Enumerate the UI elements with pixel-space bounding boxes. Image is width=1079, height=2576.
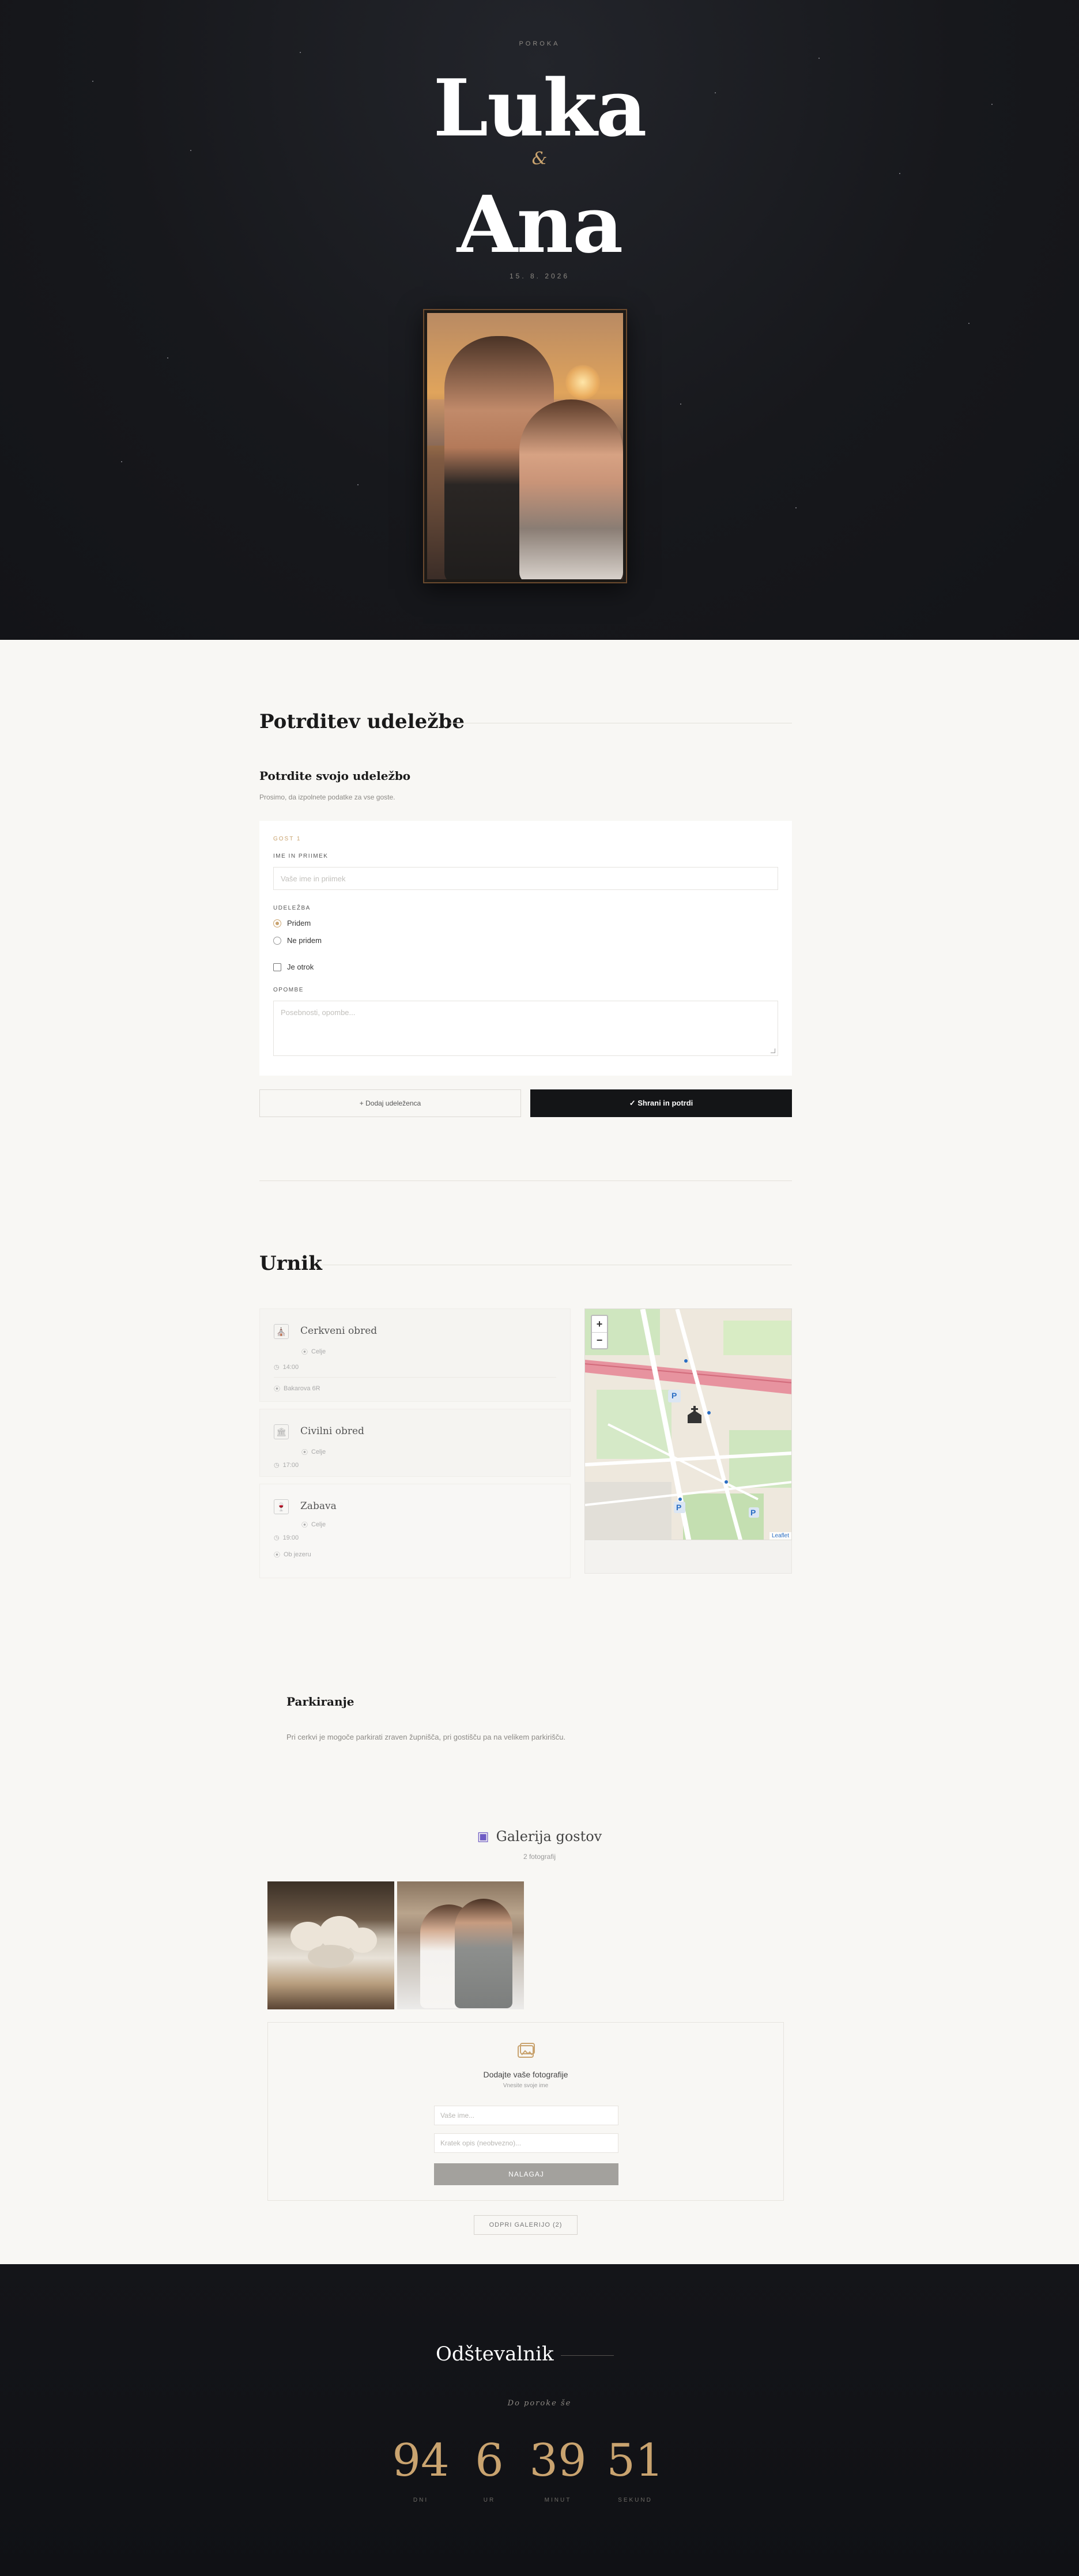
map-zoom-control: + − — [591, 1315, 608, 1349]
child-checkbox[interactable] — [273, 963, 281, 971]
clock-icon: ◷ — [274, 1364, 280, 1371]
church-icon: ⛪ — [274, 1324, 289, 1339]
map-tiles[interactable] — [585, 1309, 792, 1540]
hero-kicker: POROKA — [519, 40, 560, 47]
map-attribution-link[interactable]: Leaflet — [769, 1532, 791, 1540]
event-separator — [274, 1377, 556, 1378]
radio-unchecked-icon[interactable] — [273, 936, 281, 945]
map-footer — [584, 1540, 792, 1574]
rsvp-description: Prosimo, da izpolnete podatke za vse gos… — [259, 793, 395, 801]
countdown-subtitle: Do poroke še — [507, 2399, 572, 2408]
event-card[interactable]: 🏛 Civilni obred ⦿ Celje ◷ 17:00 — [259, 1409, 571, 1477]
child-checkbox-row[interactable]: Je otrok — [273, 963, 314, 971]
building-icon: 🏛 — [274, 1424, 289, 1439]
parking-title: Parkiranje — [286, 1695, 354, 1708]
wedding-date: 15. 8. 2026 — [509, 272, 570, 280]
attendance-label: UDELEŽBA — [273, 905, 311, 911]
parking-marker-icon: P — [750, 1508, 756, 1517]
open-gallery-button[interactable]: ODPRI GALERIJO (2) — [474, 2215, 578, 2235]
countdown-label: MINUT — [544, 2497, 572, 2503]
pin-icon: ⦿ — [301, 1449, 308, 1456]
upload-button[interactable]: NALAGAJ — [434, 2163, 618, 2185]
pin-icon: ⦿ — [274, 1552, 280, 1559]
caption-input[interactable] — [434, 2133, 618, 2153]
gallery-header: ▣ Galerija gostov — [0, 1828, 1079, 1845]
event-address: ⦿ Ob jezeru — [274, 1551, 311, 1559]
pin-icon: ⦿ — [301, 1349, 308, 1356]
parking-marker-icon: P — [671, 1391, 677, 1400]
parking-text: Pri cerkvi je mogoče parkirati zraven žu… — [286, 1733, 566, 1741]
uploader-name-input[interactable] — [434, 2106, 618, 2125]
guest-form-card: GOST 1 IME IN PRIIMEK UDELEŽBA Pridem Ne… — [259, 821, 792, 1076]
notes-placeholder: Posebnosti, opombe... — [281, 1008, 356, 1017]
countdown-value: 39 — [529, 2435, 587, 2487]
gallery-photo[interactable] — [397, 1881, 524, 2009]
countdown-title: Odštevalnik — [436, 2343, 554, 2366]
event-title: Zabava — [300, 1500, 337, 1512]
schedule-section-title: Urnik — [259, 1252, 322, 1275]
event-address: ⦿ Bakarova 6R — [274, 1385, 320, 1393]
section-divider — [259, 1180, 792, 1181]
photo-upload-icon — [518, 2043, 535, 2058]
child-checkbox-label: Je otrok — [287, 963, 314, 971]
event-location: ⦿ Celje — [301, 1521, 326, 1529]
event-card[interactable]: ⛪ Cerkveni obred ⦿ Celje ◷ 14:00 ⦿ Bakarova… — [259, 1308, 571, 1402]
countdown-seconds: 51 SEKUND — [595, 2438, 676, 2503]
countdown-value: 51 — [606, 2435, 664, 2487]
event-location: ⦿ Celje — [301, 1348, 326, 1356]
event-title: Cerkveni obred — [300, 1325, 378, 1337]
attendance-yes-label: Pridem — [287, 919, 311, 927]
save-confirm-button[interactable]: ✓ Shrani in potrdi — [530, 1089, 792, 1117]
clock-icon: ◷ — [274, 1462, 280, 1469]
event-time: ◷ 14:00 — [274, 1363, 299, 1371]
event-time: ◷ 19:00 — [274, 1534, 299, 1542]
upload-card: Dodajte vaše fotografije Vnesite svoje i… — [267, 2022, 784, 2201]
pin-icon: ⦿ — [301, 1522, 308, 1529]
countdown-label: SEKUND — [618, 2497, 652, 2503]
guest-label: GOST 1 — [273, 836, 301, 842]
location-map[interactable]: P P P + − Leaflet — [584, 1308, 792, 1540]
hero-section: POROKA Luka & Ana 15. 8. 2026 — [0, 0, 1079, 640]
event-location: ⦿ Celje — [301, 1449, 326, 1456]
countdown-title-rule — [561, 2355, 614, 2356]
pin-icon: ⦿ — [274, 1386, 280, 1393]
event-card[interactable]: 🍷 Zabava ⦿ Celje ◷ 19:00 ⦿ Ob jezeru — [259, 1484, 571, 1578]
resize-handle-icon[interactable] — [771, 1048, 775, 1053]
countdown-minutes: 39 MINUT — [518, 2438, 598, 2503]
gallery-count: 2 fotografij — [523, 1853, 556, 1861]
clock-icon: ◷ — [274, 1534, 280, 1541]
countdown-section: Odštevalnik Do poroke še 94 DNI 6 UR 39 … — [0, 2264, 1079, 2576]
event-time: ◷ 17:00 — [274, 1461, 299, 1469]
upload-subtitle: Vnesite svoje ime — [503, 2083, 549, 2089]
couple-photo — [427, 313, 623, 579]
notes-textarea[interactable]: Posebnosti, opombe... — [273, 1001, 778, 1056]
name-label: IME IN PRIIMEK — [273, 853, 329, 859]
parking-marker-icon: P — [676, 1503, 682, 1512]
gallery-icon: ▣ — [477, 1829, 489, 1844]
bride-name: Ana — [456, 179, 624, 271]
add-guest-button[interactable]: + Dodaj udeleženca — [259, 1089, 521, 1117]
zoom-out-button[interactable]: − — [592, 1332, 607, 1348]
schedule-list: ⛪ Cerkveni obred ⦿ Celje ◷ 14:00 ⦿ Bakarova… — [259, 1308, 571, 1578]
glass-icon: 🍷 — [274, 1499, 289, 1514]
attendance-no-label: Ne pridem — [287, 936, 322, 945]
gallery-photo[interactable] — [267, 1881, 394, 2009]
radio-checked-icon[interactable] — [273, 919, 281, 927]
zoom-in-button[interactable]: + — [592, 1316, 607, 1332]
couple-photo-frame — [423, 309, 627, 583]
ampersand: & — [531, 149, 548, 169]
rsvp-subtitle: Potrdite svojo udeležbo — [259, 769, 411, 783]
groom-name: Luka — [433, 62, 647, 154]
notes-label: OPOMBE — [273, 987, 304, 993]
gallery-title: Galerija gostov — [496, 1828, 602, 1845]
attendance-no-option[interactable]: Ne pridem — [273, 936, 322, 945]
event-title: Civilni obred — [300, 1425, 364, 1437]
name-input[interactable] — [273, 867, 778, 890]
attendance-yes-option[interactable]: Pridem — [273, 919, 311, 927]
upload-title: Dodajte vaše fotografije — [483, 2070, 568, 2079]
rsvp-section-title: Potrditev udeležbe — [259, 710, 465, 733]
